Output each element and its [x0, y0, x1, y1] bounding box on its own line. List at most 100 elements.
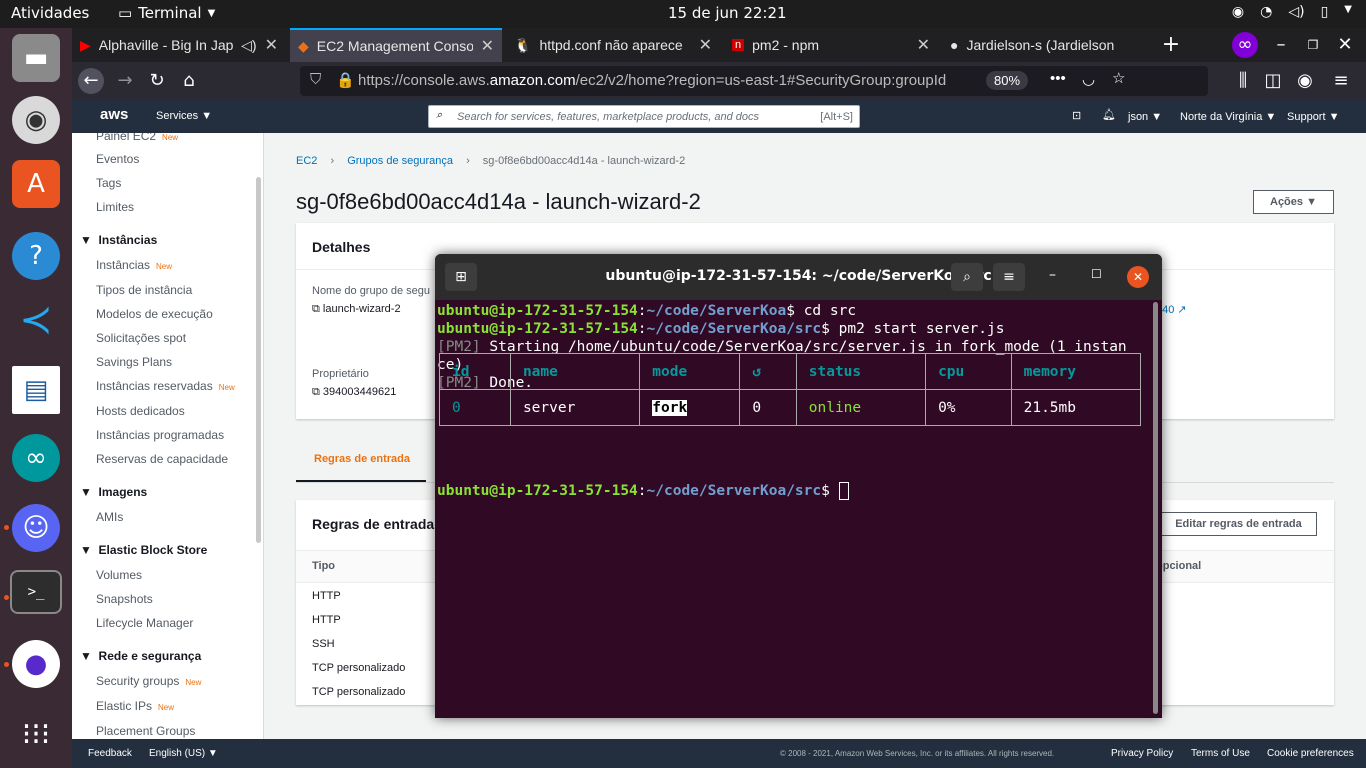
sidebar-item-modelos[interactable]: Modelos de execução	[96, 307, 213, 321]
discord-icon[interactable]: ☺	[12, 504, 60, 552]
bell-icon[interactable]: 🔔︎	[1102, 108, 1116, 121]
shield-icon[interactable]: ⛉	[310, 71, 321, 88]
library-icon[interactable]: ⫼	[1230, 68, 1256, 94]
battery-icon[interactable]: ▯	[1321, 4, 1329, 20]
files-icon[interactable]: ▬	[12, 34, 60, 82]
copy-icon[interactable]: ⧉	[312, 386, 320, 398]
tor-browser-icon[interactable]: ●	[12, 640, 60, 688]
terminal-titlebar[interactable]: ⊞ ubuntu@ip-172-31-57-154: ~/code/Server…	[435, 254, 1162, 300]
tab-ec2[interactable]: ◆ EC2 Management Console ✕	[290, 28, 502, 62]
software-center-icon[interactable]: A	[12, 160, 60, 208]
close-window-icon[interactable]: ✕	[1332, 32, 1358, 58]
acoes-button[interactable]: Ações ▼	[1253, 190, 1334, 214]
sidebar-item-eventos[interactable]: Eventos	[96, 152, 139, 166]
bookmark-star-icon[interactable]: ☆	[1112, 69, 1125, 87]
tab-pm2[interactable]: n pm2 - npm ✕	[724, 28, 938, 62]
new-tab-button[interactable]: +	[1158, 32, 1184, 58]
sidebar-section-rede[interactable]: ▼ Rede e segurança	[80, 649, 201, 663]
search-icon[interactable]: ⌕	[951, 263, 983, 291]
cookies-link[interactable]: Cookie preferences	[1267, 748, 1354, 759]
sidebar-item-snapshots[interactable]: Snapshots	[96, 592, 153, 606]
page-actions-icon[interactable]: •••	[1050, 70, 1066, 87]
activities-button[interactable]: Atividades	[11, 4, 89, 22]
sidebar-item-programadas[interactable]: Instâncias programadas	[96, 428, 224, 442]
close-icon[interactable]: ✕	[481, 36, 494, 56]
sidebar-section-imagens[interactable]: ▼ Imagens	[80, 485, 147, 499]
sidebar-item-elastic-ips[interactable]: Elastic IPs New	[96, 699, 174, 713]
terminal-window[interactable]: ⊞ ubuntu@ip-172-31-57-154: ~/code/Server…	[435, 254, 1162, 718]
pocket-icon[interactable]: ◡	[1082, 70, 1095, 88]
close-icon[interactable]: ✕	[699, 35, 712, 55]
breadcrumb-ec2[interactable]: EC2	[296, 155, 317, 167]
vscode-icon[interactable]: ≺	[12, 296, 60, 344]
tab-alphaville[interactable]: ▶ Alphaville - Big In Japan ◁) ✕	[72, 28, 286, 62]
col-opcional[interactable]: opcional	[1156, 560, 1201, 572]
sidebar-icon[interactable]: ◫	[1260, 68, 1286, 94]
privacy-link[interactable]: Privacy Policy	[1111, 748, 1173, 759]
region-menu[interactable]: Norte da Virgínia ▼	[1180, 111, 1276, 123]
url-bar[interactable]: ⛉ 🔒 https://console.aws.amazon.com/ec2/v…	[300, 66, 1208, 96]
zoom-level[interactable]: 80%	[986, 71, 1029, 90]
sidebar-item-lifecycle[interactable]: Lifecycle Manager	[96, 616, 193, 630]
aws-search-input[interactable]: ⌕ Search for services, features, marketp…	[428, 105, 860, 128]
cloudshell-icon[interactable]: ⊡	[1072, 109, 1081, 122]
language-select[interactable]: English (US) ▼	[149, 748, 218, 759]
clock[interactable]: 15 de jun 22:21	[668, 4, 787, 22]
sidebar-item-volumes[interactable]: Volumes	[96, 568, 142, 582]
menu-icon[interactable]: ≡	[993, 263, 1025, 291]
sidebar-section-instancias[interactable]: ▼ Instâncias	[80, 233, 157, 247]
support-menu[interactable]: Support ▼	[1287, 111, 1339, 123]
home-button[interactable]: ⌂	[176, 68, 202, 94]
reload-button[interactable]: ↻	[144, 68, 170, 94]
maximize-icon[interactable]: ☐	[1091, 267, 1102, 281]
tab-regras-entrada[interactable]: Regras de entrada	[296, 444, 426, 482]
minimize-icon[interactable]: –	[1049, 267, 1056, 283]
sidebar-item-placement[interactable]: Placement Groups	[96, 724, 195, 738]
writer-icon[interactable]: ▤	[12, 366, 60, 414]
terminal-prompt-line[interactable]: ubuntu@ip-172-31-57-154:~/code/ServerKoa…	[437, 482, 849, 500]
sidebar-item-security-groups[interactable]: Security groups New	[96, 674, 201, 688]
services-menu[interactable]: Services ▼	[156, 110, 212, 122]
sidebar-item-limites[interactable]: Limites	[96, 200, 134, 214]
tab-httpd[interactable]: 🐧 httpd.conf não aparece ✕	[506, 28, 720, 62]
app-grid-icon[interactable]: ⁝⁝⁝	[12, 710, 60, 758]
sidebar-item-spot[interactable]: Solicitações spot	[96, 331, 186, 345]
app-menu[interactable]: ▭ Terminal ▼	[118, 4, 215, 22]
sidebar-scrollbar[interactable]	[256, 177, 261, 543]
sidebar-section-ebs[interactable]: ▼ Elastic Block Store	[80, 543, 207, 557]
edit-rules-button[interactable]: Editar regras de entrada	[1160, 512, 1317, 536]
audio-icon[interactable]: ◁)	[241, 37, 256, 54]
terminal-scrollbar[interactable]	[1153, 302, 1158, 714]
sidebar-item-reservadas[interactable]: Instâncias reservadas New	[96, 379, 235, 393]
close-icon[interactable]: ✕	[917, 35, 930, 55]
feedback-link[interactable]: Feedback	[88, 748, 132, 759]
sidebar-item-painel[interactable]: Painel EC2 New	[96, 133, 178, 143]
chevron-down-icon[interactable]: ▼	[1344, 4, 1352, 20]
sidebar-item-instancias[interactable]: Instâncias New	[96, 258, 172, 272]
restore-icon[interactable]: ❐	[1300, 32, 1326, 58]
copy-icon[interactable]: ⧉	[312, 303, 320, 315]
menu-icon[interactable]: ≡	[1328, 68, 1354, 94]
breadcrumb-security-groups[interactable]: Grupos de segurança	[347, 155, 453, 167]
minimize-icon[interactable]: –	[1268, 32, 1294, 58]
discord-tray-icon[interactable]: ◉	[1232, 4, 1244, 20]
terminal-dock-icon[interactable]: >_	[10, 570, 62, 614]
url-text[interactable]: https://console.aws.amazon.com/ec2/v2/ho…	[358, 72, 978, 89]
account-icon[interactable]: ◉	[1292, 68, 1318, 94]
sidebar-item-tipos[interactable]: Tipos de instância	[96, 283, 192, 297]
col-tipo[interactable]: Tipo	[312, 560, 335, 572]
forward-button[interactable]: →	[112, 68, 138, 94]
wifi-icon[interactable]: ◔	[1260, 4, 1272, 20]
close-icon[interactable]: ✕	[1127, 266, 1149, 288]
user-menu[interactable]: json ▼	[1128, 111, 1162, 123]
system-tray[interactable]: ◉ ◔ ◁) ▯ ▼	[1232, 4, 1352, 20]
sidebar-item-savings[interactable]: Savings Plans	[96, 355, 172, 369]
volume-icon[interactable]: ◁)	[1288, 4, 1304, 20]
help-icon[interactable]: ?	[12, 232, 60, 280]
aws-logo[interactable]: aws	[100, 106, 128, 123]
sidebar-item-amis[interactable]: AMIs	[96, 510, 123, 524]
sidebar-item-reservas[interactable]: Reservas de capacidade	[96, 452, 228, 466]
rhythmbox-icon[interactable]: ◉	[12, 96, 60, 144]
tab-github[interactable]: ● Jardielson-s (Jardielson	[942, 28, 1154, 62]
back-button[interactable]: ←	[78, 68, 104, 94]
